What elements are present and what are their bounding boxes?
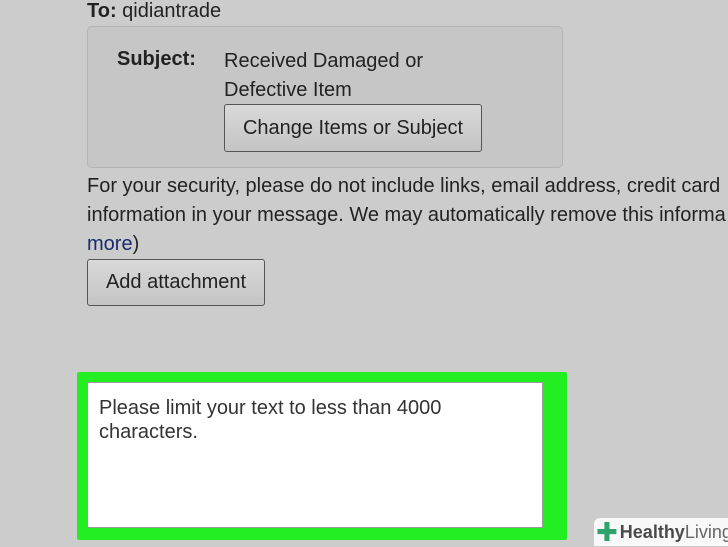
watermark-word-2: Living [684,521,728,542]
watermark-logo: ✚ Healthy Living [594,518,728,546]
watermark-word-1: Healthy [619,521,685,542]
change-items-button[interactable]: Change Items or Subject [224,104,482,152]
message-placeholder: Please limit your text to less than 4000… [99,397,442,443]
subject-label: Subject: [117,48,196,70]
subject-value: Received Damaged or Defective Item [224,50,423,101]
highlight-frame: Please limit your text to less than 4000… [77,372,567,540]
security-notice-line-1: For your security, please do not include… [87,175,721,197]
recipient-line: To: qidiantrade [87,0,221,23]
closing-paren: ) [132,233,140,255]
learn-more-link[interactable]: more [87,233,133,255]
security-notice: For your security, please do not include… [87,172,728,259]
security-notice-line-2: information in your message. We may auto… [87,204,726,226]
recipient-label: To: [87,0,117,22]
message-textarea[interactable]: Please limit your text to less than 4000… [87,382,543,528]
add-attachment-button[interactable]: Add attachment [87,259,265,306]
subject-box: Subject: Received Damaged or Defective I… [87,26,563,168]
recipient-value: qidiantrade [122,0,222,22]
plus-cross-icon: ✚ [596,517,618,547]
security-notice-line-3: more) [87,230,728,259]
